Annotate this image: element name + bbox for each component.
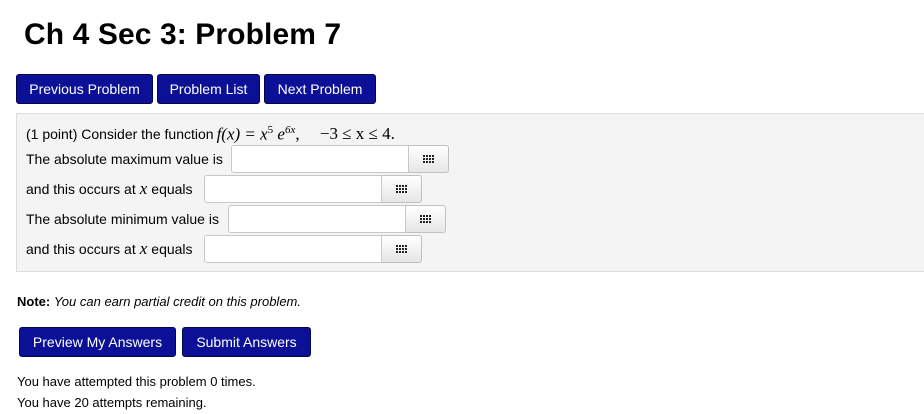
max-location-input[interactable] [204, 175, 382, 203]
attempts-remaining: You have 20 attempts remaining. [17, 395, 207, 410]
grid-icon [420, 215, 431, 223]
max-value-input[interactable] [231, 145, 409, 173]
question-min-location-prefix: and this occurs at [26, 241, 136, 257]
question-max-value: The absolute maximum value is [26, 149, 223, 169]
function-domain: −3 ≤ x ≤ 4. [319, 124, 395, 144]
grid-icon [396, 245, 407, 253]
problem-panel: (1 point) Consider the function f(x) = x… [16, 113, 924, 272]
note-text: You can earn partial credit on this prob… [53, 294, 301, 309]
question-max-location-prefix: and this occurs at [26, 181, 136, 197]
problem-statement: (1 point) Consider the function f(x) = x… [26, 124, 395, 144]
previous-problem-button[interactable]: Previous Problem [16, 74, 153, 104]
function-expression: f(x) = x5 e6x, −3 ≤ x ≤ 4. [217, 124, 395, 145]
attempts-status: You have attempted this problem 0 times. [17, 374, 256, 389]
min-location-palette-button[interactable] [382, 235, 422, 263]
question-min-value: The absolute minimum value is [26, 209, 219, 229]
question-max-location-suffix: equals [151, 181, 193, 197]
question-max-value-label: The absolute maximum value is [26, 151, 223, 167]
min-value-input[interactable] [228, 205, 406, 233]
question-max-location-var: x [139, 179, 148, 198]
function-comma: , [295, 124, 300, 144]
next-problem-button[interactable]: Next Problem [264, 74, 376, 104]
preview-answers-button[interactable]: Preview My Answers [19, 327, 176, 357]
submit-answers-button[interactable]: Submit Answers [182, 327, 311, 357]
question-max-location: and this occurs at x equals [26, 179, 193, 199]
note-label: Note: [17, 294, 51, 309]
max-value-palette-button[interactable] [409, 145, 449, 173]
function-exponent-1: 5 [267, 123, 274, 136]
page-title: Ch 4 Sec 3: Problem 7 [24, 18, 342, 51]
problem-list-button[interactable]: Problem List [157, 74, 260, 104]
max-location-palette-button[interactable] [382, 175, 422, 203]
problem-intro: (1 point) Consider the function [26, 126, 214, 142]
grid-icon [423, 155, 434, 163]
function-exponent-2: 6x [284, 123, 296, 136]
question-min-location-suffix: equals [151, 241, 193, 257]
question-min-location-var: x [139, 239, 148, 258]
grid-icon [396, 185, 407, 193]
function-lhs: f(x) = x [216, 124, 268, 144]
question-min-value-label: The absolute minimum value is [26, 211, 219, 227]
min-location-input[interactable] [204, 235, 382, 263]
partial-credit-note: Note: You can earn partial credit on thi… [17, 294, 301, 309]
min-value-palette-button[interactable] [406, 205, 446, 233]
question-min-location: and this occurs at x equals [26, 239, 193, 259]
function-base-e: e [277, 124, 285, 144]
